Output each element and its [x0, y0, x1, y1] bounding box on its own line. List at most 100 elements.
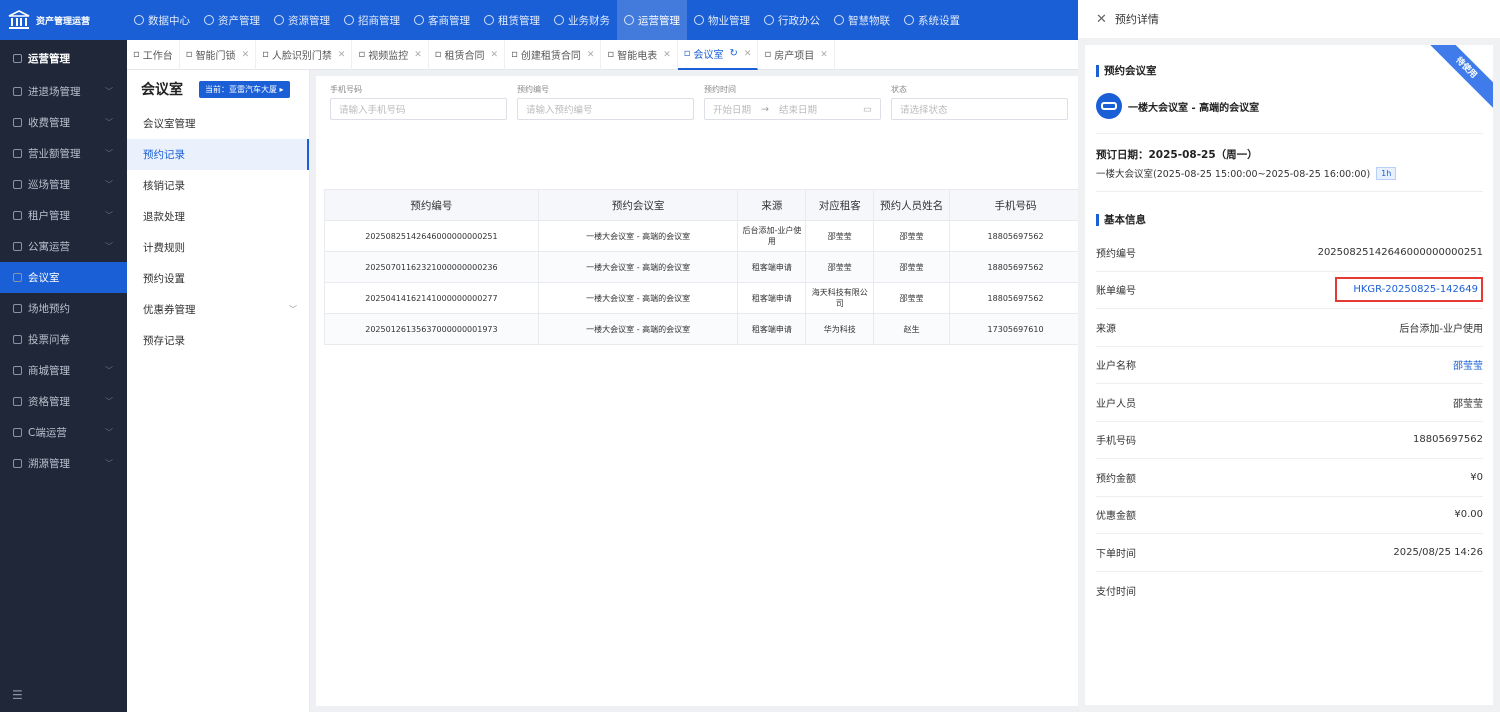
status-ribbon: 待使用 — [1420, 45, 1493, 114]
tab[interactable]: ▫ 智能门锁 ✕ — [180, 39, 257, 70]
tab[interactable]: ▫ 工作台 — [127, 39, 180, 70]
sidebar-header[interactable]: 运营管理 — [0, 40, 127, 76]
info-value: ¥0 — [1470, 471, 1483, 483]
tab[interactable]: ▫ 租赁合同 ✕ — [429, 39, 506, 70]
submenu-item[interactable]: 预约记录 — [127, 139, 309, 170]
submenu-item[interactable]: 优惠券管理 ﹀ — [127, 294, 309, 325]
booking-time-range: 一楼大会议室(2025-08-25 15:00:00~2025-08-25 16… — [1096, 169, 1371, 180]
tab-label: 创建租赁合同 — [520, 51, 581, 62]
topnav-item-label: 系统设置 — [918, 14, 960, 27]
submenu-item[interactable]: 预存记录 — [127, 325, 309, 356]
tab-icon: ▫ — [434, 49, 442, 60]
column-header: 预约编号 — [324, 189, 539, 221]
table-row[interactable]: 20250701162321000000000236 一楼大会议室 - 高端的会议… — [324, 251, 1082, 283]
column-header: 来源 — [737, 189, 807, 221]
sidebar-item[interactable]: 营业额管理 ﹀ — [0, 138, 127, 169]
tab[interactable]: ▫ 人脸识别门禁 ✕ — [256, 39, 353, 70]
topnav-item-asset[interactable]: 资产管理 — [197, 0, 267, 40]
booking-detail-drawer: ✕ 预约详情 待使用 预约会议室 一楼大会议室 - 高端的会议室 预订日期：20… — [1078, 0, 1500, 712]
submenu-item[interactable]: 计费规则 — [127, 232, 309, 263]
sidebar-item[interactable]: 收费管理 ﹀ — [0, 107, 127, 138]
topnav-item-label: 业务财务 — [568, 14, 610, 27]
bill-number-link[interactable]: HKGR-20250825-142649 — [1335, 277, 1483, 303]
menu-item-icon — [13, 211, 22, 220]
close-tab-icon[interactable]: ✕ — [820, 50, 828, 60]
submenu-item[interactable]: 会议室管理 — [127, 108, 309, 139]
phone-input[interactable]: 请输入手机号码 — [330, 98, 507, 120]
column-header: 预约人员姓名 — [873, 189, 951, 221]
menu-item-icon — [13, 428, 22, 437]
tab[interactable]: ▫ 创建租赁合同 ✕ — [505, 39, 602, 70]
submenu-item[interactable]: 退款处理 — [127, 201, 309, 232]
refresh-icon[interactable]: ↻ — [730, 48, 738, 59]
tab[interactable]: ▫ 视频监控 ✕ — [352, 39, 429, 70]
close-tab-icon[interactable]: ✕ — [414, 50, 422, 60]
topnav-item-label: 资源管理 — [288, 14, 330, 27]
close-tab-icon[interactable]: ✕ — [242, 50, 250, 60]
sidebar-item[interactable]: 公寓运营 ﹀ — [0, 231, 127, 262]
topnav-item-iot[interactable]: 智慧物联 — [827, 0, 897, 40]
current-building-badge[interactable]: 当前：亚雷汽车大厦 ▸ — [199, 80, 290, 98]
close-tab-icon[interactable]: ✕ — [491, 50, 499, 60]
info-row: 优惠金额 ¥0.00 — [1096, 497, 1483, 534]
close-tab-icon[interactable]: ✕ — [338, 50, 346, 60]
sidebar-item[interactable]: 巡场管理 ﹀ — [0, 169, 127, 200]
booking-no-input-placeholder: 请输入预约编号 — [526, 105, 593, 116]
close-icon[interactable]: ✕ — [1096, 12, 1107, 27]
chevron-down-icon: ﹀ — [105, 211, 113, 220]
tab-icon: ▫ — [607, 49, 615, 60]
date-range-picker[interactable]: 开始日期 → 结束日期 ▭ — [704, 98, 881, 120]
phone-filter: 手机号码 请输入手机号码 — [330, 84, 507, 120]
close-tab-icon[interactable]: ✕ — [663, 50, 671, 60]
topnav-item-resource[interactable]: 资源管理 — [267, 0, 337, 40]
close-tab-icon[interactable]: ✕ — [587, 50, 595, 60]
topnav-item-merchant[interactable]: 客商管理 — [407, 0, 477, 40]
topnav-item-settings[interactable]: 系统设置 — [897, 0, 967, 40]
sidebar-header-label: 运营管理 — [28, 52, 70, 65]
submenu-item[interactable]: 核销记录 — [127, 170, 309, 201]
sidebar-item[interactable]: 投票问卷 — [0, 324, 127, 355]
tab-label: 视频监控 — [368, 51, 409, 62]
submenu-item[interactable]: 预约设置 — [127, 263, 309, 294]
table-cell: 20250701162321000000000236 — [324, 251, 539, 283]
tab[interactable]: ▫ 房产项目 ✕ — [758, 39, 835, 70]
table-row[interactable]: 20250825142646000000000251 一楼大会议室 - 高端的会议… — [324, 220, 1082, 252]
menu-collapse-icon[interactable]: ☰ — [12, 688, 23, 702]
info-row: 账单编号 HKGR-20250825-142649 — [1096, 272, 1483, 309]
table-row[interactable]: 20250126135637000000001973 一楼大会议室 - 高端的会议… — [324, 313, 1082, 345]
topnav-item-lease[interactable]: 租赁管理 — [477, 0, 547, 40]
topnav-item-finance[interactable]: 业务财务 — [547, 0, 617, 40]
property-icon — [694, 15, 704, 25]
tab[interactable]: ▫ 会议室 ↻ ✕ — [677, 39, 759, 70]
sidebar-item[interactable]: 商城管理 ﹀ — [0, 355, 127, 386]
settings-icon — [904, 15, 914, 25]
topnav-item-label: 行政办公 — [778, 14, 820, 27]
topnav-item-operations[interactable]: 运营管理 — [617, 0, 687, 40]
tab[interactable]: ▫ 智能电表 ✕ — [601, 39, 678, 70]
info-value: 18805697562 — [1413, 434, 1483, 446]
tenant-name-link[interactable]: 邵莹莹 — [1453, 357, 1483, 372]
close-tab-icon[interactable]: ✕ — [744, 49, 752, 59]
brand[interactable]: 资产管理运营 — [0, 0, 127, 40]
submenu-title-row: 会议室 当前：亚雷汽车大厦 ▸ — [127, 70, 309, 108]
sidebar-item[interactable]: 资格管理 ﹀ — [0, 386, 127, 417]
topnav-item-property[interactable]: 物业管理 — [687, 0, 757, 40]
topnav-item-dashboard[interactable]: 数据中心 — [127, 0, 197, 40]
topnav-item-office[interactable]: 行政办公 — [757, 0, 827, 40]
table-row[interactable]: 20250414162141000000000277 一楼大会议室 - 高端的会议… — [324, 282, 1082, 314]
status-filter: 状态 请选择状态 — [891, 84, 1068, 120]
calendar-icon: ▭ — [863, 103, 872, 115]
status-select[interactable]: 请选择状态 — [891, 98, 1068, 120]
booking-no-input[interactable]: 请输入预约编号 — [517, 98, 694, 120]
sidebar-item[interactable]: 进退场管理 ﹀ — [0, 76, 127, 107]
sidebar-item[interactable]: 会议室 — [0, 262, 127, 293]
tab-label: 房产项目 — [774, 51, 815, 62]
tab-icon: ▫ — [764, 49, 772, 60]
sidebar-item[interactable]: C端运营 ﹀ — [0, 417, 127, 448]
date-range-arrow: → — [761, 103, 769, 115]
sidebar-item[interactable]: 溯源管理 ﹀ — [0, 448, 127, 479]
topnav-item-investment[interactable]: 招商管理 — [337, 0, 407, 40]
sidebar-item[interactable]: 场地预约 — [0, 293, 127, 324]
sidebar-item[interactable]: 租户管理 ﹀ — [0, 200, 127, 231]
menu-item-icon — [13, 397, 22, 406]
